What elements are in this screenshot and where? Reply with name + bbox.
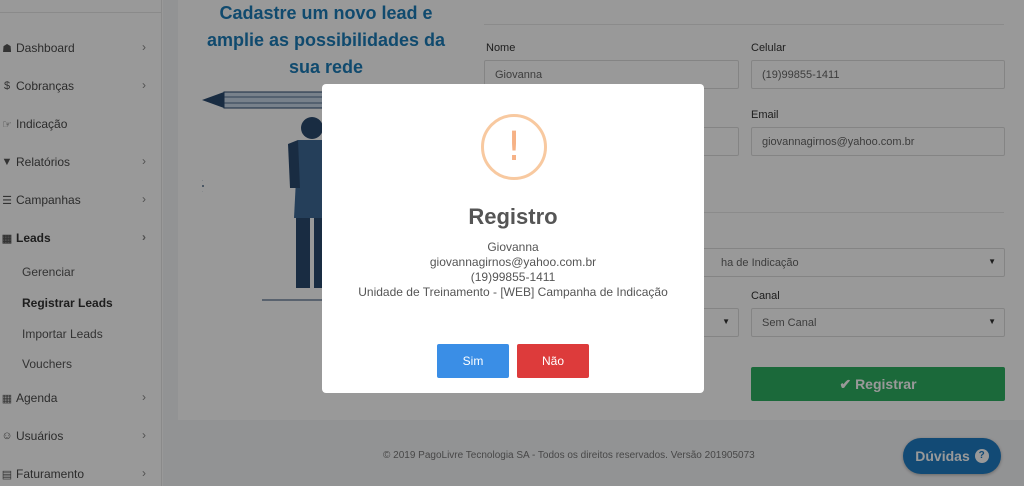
confirm-dialog: ! Registro Giovanna giovannagirnos@yahoo… xyxy=(322,84,704,393)
yes-button[interactable]: Sim xyxy=(437,344,509,378)
no-button[interactable]: Não xyxy=(517,344,589,378)
dialog-line-email: giovannagirnos@yahoo.com.br xyxy=(429,255,597,269)
warning-icon: ! xyxy=(481,114,547,180)
dialog-body: Giovanna giovannagirnos@yahoo.com.br (19… xyxy=(352,240,674,300)
dialog-title: Registro xyxy=(468,204,558,229)
dialog-line-phone: (19)99855-1411 xyxy=(470,270,556,284)
dialog-line-unit: Unidade de Treinamento - [WEB] Campanha … xyxy=(358,285,668,299)
dialog-line-name: Giovanna xyxy=(487,240,539,254)
